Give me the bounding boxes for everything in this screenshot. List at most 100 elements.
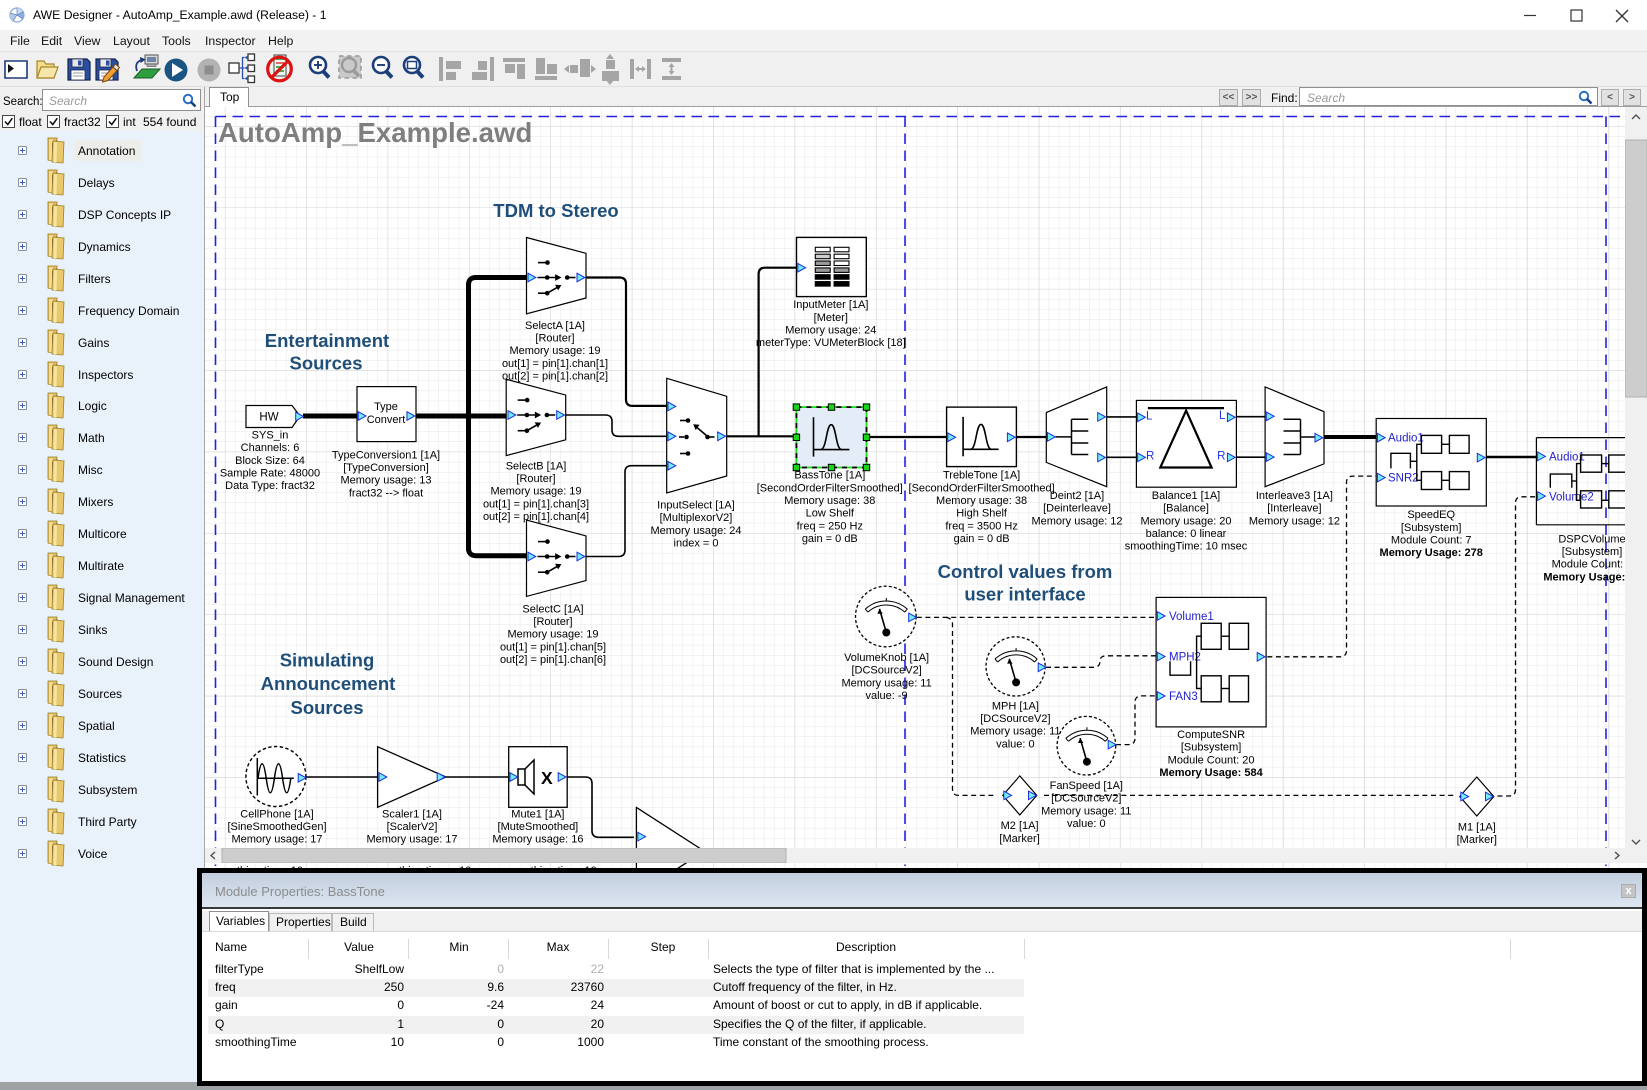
- svg-text:Volume2: Volume2: [1549, 491, 1594, 503]
- svg-text:Memory Usage: 584: Memory Usage: 584: [1159, 767, 1263, 779]
- svg-text:[ScalerV2]: [ScalerV2]: [387, 821, 438, 833]
- svg-text:[Meter]: [Meter]: [814, 312, 848, 324]
- svg-text:Entertainment: Entertainment: [265, 330, 389, 351]
- svg-text:Memory usage: 24: Memory usage: 24: [650, 525, 741, 537]
- svg-text:Data Type: fract32: Data Type: fract32: [225, 480, 315, 492]
- svg-text:meterType: VUMeterBlock [18]: meterType: VUMeterBlock [18]: [756, 337, 906, 349]
- svg-text:ComputeSNR: ComputeSNR: [1177, 729, 1245, 741]
- svg-text:Memory usage: 12: Memory usage: 12: [1031, 515, 1122, 527]
- svg-text:Memory usage: 19: Memory usage: 19: [509, 345, 600, 357]
- svg-text:M1 [1A]: M1 [1A]: [1458, 822, 1496, 834]
- svg-text:gain = 0 dB: gain = 0 dB: [802, 533, 858, 545]
- svg-text:Sources: Sources: [290, 697, 363, 718]
- svg-text:[MultiplexorV2]: [MultiplexorV2]: [660, 512, 733, 524]
- svg-text:[Router]: [Router]: [516, 473, 555, 485]
- svg-text:[Marker]: [Marker]: [999, 833, 1039, 845]
- svg-text:value: -9: value: -9: [865, 690, 907, 702]
- svg-text:[MuteSmoothed]: [MuteSmoothed]: [498, 821, 579, 833]
- svg-text:Sample Rate: 48000: Sample Rate: 48000: [220, 467, 320, 479]
- svg-text:Announcement: Announcement: [261, 673, 396, 694]
- svg-text:[DCSourceV2]: [DCSourceV2]: [851, 665, 921, 677]
- svg-text:fract32 --> float: fract32 --> float: [349, 487, 423, 499]
- svg-text:Memory usage: 38: Memory usage: 38: [784, 495, 875, 507]
- svg-text:SpeedEQ: SpeedEQ: [1407, 509, 1455, 521]
- svg-text:Audio1: Audio1: [1549, 451, 1585, 463]
- svg-text:[SineSmoothedGen]: [SineSmoothedGen]: [227, 821, 326, 833]
- svg-text:value: 0: value: 0: [1067, 818, 1106, 830]
- svg-text:CellPhone [1A]: CellPhone [1A]: [240, 808, 313, 820]
- svg-text:user interface: user interface: [964, 584, 1085, 605]
- svg-text:L: L: [1219, 410, 1226, 422]
- svg-text:index = 0: index = 0: [674, 538, 719, 550]
- svg-text:[Marker]: [Marker]: [1457, 834, 1497, 846]
- svg-text:HW: HW: [259, 412, 278, 424]
- svg-text:SNR2: SNR2: [1388, 472, 1419, 484]
- svg-text:freq = 250 Hz: freq = 250 Hz: [797, 520, 863, 532]
- svg-text:Convert: Convert: [367, 414, 406, 426]
- svg-text:Memory usage: 11: Memory usage: 11: [841, 677, 931, 689]
- svg-text:SelectC [1A]: SelectC [1A]: [522, 603, 583, 615]
- svg-text:[DCSourceV2]: [DCSourceV2]: [1051, 793, 1121, 805]
- svg-text:Simulating: Simulating: [280, 650, 375, 671]
- svg-text:SYS_in: SYS_in: [252, 430, 289, 442]
- svg-text:freq = 3500 Hz: freq = 3500 Hz: [945, 520, 1017, 532]
- svg-text:Interleave3 [1A]: Interleave3 [1A]: [1256, 490, 1333, 502]
- svg-text:TDM to Stereo: TDM to Stereo: [493, 200, 618, 221]
- svg-text:R: R: [1217, 450, 1225, 462]
- svg-text:[Interleave]: [Interleave]: [1267, 503, 1321, 515]
- svg-text:out[1] = pin[1].chan[5]: out[1] = pin[1].chan[5]: [500, 641, 606, 653]
- svg-text:Memory usage: 11: Memory usage: 11: [1041, 805, 1131, 817]
- svg-text:Balance1 [1A]: Balance1 [1A]: [1152, 490, 1221, 502]
- svg-text:smoothingTime: 10 msec: smoothingTime: 10 msec: [1125, 541, 1248, 553]
- svg-text:AutoAmp_Example.awd: AutoAmp_Example.awd: [218, 117, 532, 148]
- svg-text:X: X: [541, 768, 553, 788]
- svg-text:FanSpeed [1A]: FanSpeed [1A]: [1050, 780, 1123, 792]
- svg-text:[Deinterleave]: [Deinterleave]: [1043, 503, 1111, 515]
- svg-text:[Balance]: [Balance]: [1163, 503, 1209, 515]
- svg-text:[DCSourceV2]: [DCSourceV2]: [980, 713, 1050, 725]
- svg-text:Memory usage: 38: Memory usage: 38: [936, 495, 1027, 507]
- svg-text:DSPCVolume: DSPCVolume: [1558, 533, 1625, 545]
- svg-text:Audio1: Audio1: [1388, 433, 1424, 445]
- svg-text:Memory usage: 12: Memory usage: 12: [1249, 515, 1340, 527]
- svg-text:InputMeter [1A]: InputMeter [1A]: [793, 299, 868, 311]
- svg-text:Memory usage: 24: Memory usage: 24: [785, 325, 876, 337]
- svg-text:Memory usage: 17: Memory usage: 17: [231, 834, 322, 846]
- svg-text:balance: 0 linear: balance: 0 linear: [1146, 528, 1227, 540]
- svg-text:Scaler1 [1A]: Scaler1 [1A]: [382, 808, 442, 820]
- svg-text:out[2] = pin[1].chan[6]: out[2] = pin[1].chan[6]: [500, 654, 606, 666]
- svg-text:out[1] = pin[1].chan[3]: out[1] = pin[1].chan[3]: [483, 498, 589, 510]
- svg-text:gain = 0 dB: gain = 0 dB: [954, 533, 1010, 545]
- svg-text:Memory usage: 17: Memory usage: 17: [366, 834, 457, 846]
- svg-text:[Router]: [Router]: [533, 616, 572, 628]
- svg-text:Control values from: Control values from: [938, 561, 1113, 582]
- svg-text:InputSelect [1A]: InputSelect [1A]: [657, 500, 735, 512]
- svg-text:High Shelf: High Shelf: [956, 508, 1008, 520]
- svg-text:[Router]: [Router]: [535, 332, 574, 344]
- svg-text:[TypeConversion]: [TypeConversion]: [343, 462, 429, 474]
- svg-text:Memory Usage: 278: Memory Usage: 278: [1380, 547, 1483, 559]
- svg-text:Deint2 [1A]: Deint2 [1A]: [1050, 490, 1104, 502]
- svg-text:Module Count: 7: Module Count: 7: [1391, 535, 1472, 547]
- svg-text:BassTone [1A]: BassTone [1A]: [794, 470, 865, 482]
- svg-text:SelectB [1A]: SelectB [1A]: [506, 460, 567, 472]
- svg-text:M2 [1A]: M2 [1A]: [1001, 820, 1039, 832]
- svg-text:[Subsystem]: [Subsystem]: [1181, 742, 1242, 754]
- svg-text:SelectA [1A]: SelectA [1A]: [525, 320, 585, 332]
- svg-text:Module Count: 5: Module Count: 5: [1552, 559, 1633, 571]
- svg-text:Mute1 [1A]: Mute1 [1A]: [511, 808, 564, 820]
- svg-text:[SecondOrderFilterSmoothed]: [SecondOrderFilterSmoothed]: [909, 482, 1055, 494]
- svg-text:R: R: [1146, 451, 1154, 463]
- svg-text:[SecondOrderFilterSmoothed]: [SecondOrderFilterSmoothed]: [757, 482, 903, 494]
- svg-text:VolumeKnob [1A]: VolumeKnob [1A]: [844, 652, 929, 664]
- svg-text:Memory usage: 11: Memory usage: 11: [970, 726, 1060, 738]
- svg-text:Volume1: Volume1: [1169, 611, 1214, 623]
- svg-text:[Subsystem]: [Subsystem]: [1401, 522, 1462, 534]
- svg-text:Memory usage: 13: Memory usage: 13: [340, 475, 431, 487]
- svg-text:TypeConversion1 [1A]: TypeConversion1 [1A]: [332, 449, 440, 461]
- svg-text:Block Size: 64: Block Size: 64: [235, 455, 305, 467]
- svg-text:FAN3: FAN3: [1169, 691, 1198, 703]
- svg-text:Low Shelf: Low Shelf: [806, 508, 855, 520]
- svg-text:L: L: [1146, 411, 1153, 423]
- svg-text:out[1] = pin[1].chan[1]: out[1] = pin[1].chan[1]: [502, 358, 608, 370]
